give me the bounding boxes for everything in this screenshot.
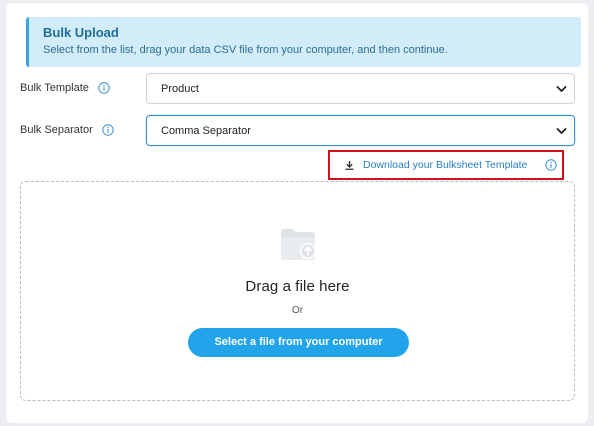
bulk-template-value: Product bbox=[161, 82, 199, 95]
info-icon[interactable] bbox=[98, 82, 110, 94]
download-icon bbox=[345, 160, 354, 170]
info-icon[interactable] bbox=[102, 124, 114, 136]
file-dropzone[interactable]: Drag a file here Or Select a file from y… bbox=[20, 181, 575, 401]
dropzone-or: Or bbox=[291, 305, 304, 316]
banner-text: Select from the list, drag your data CSV… bbox=[43, 44, 448, 56]
download-template-label: Download your Bulksheet Template bbox=[363, 159, 528, 171]
select-file-button[interactable]: Select a file from your computer bbox=[188, 328, 409, 357]
info-icon[interactable] bbox=[545, 159, 557, 171]
bulk-template-select[interactable]: Product bbox=[146, 73, 575, 104]
chevron-down-icon bbox=[556, 86, 567, 92]
chevron-down-icon bbox=[556, 128, 567, 134]
bulk-separator-select[interactable]: Comma Separator bbox=[146, 115, 575, 146]
info-banner: Bulk Upload Select from the list, drag y… bbox=[26, 17, 581, 67]
bulk-separator-label-text: Bulk Separator bbox=[20, 124, 93, 136]
folder-upload-icon bbox=[281, 229, 316, 260]
bulk-template-label-text: Bulk Template bbox=[20, 82, 89, 94]
bulk-separator-label: Bulk Separator bbox=[20, 124, 114, 136]
download-template-link[interactable]: Download your Bulksheet Template bbox=[328, 150, 564, 180]
banner-title: Bulk Upload bbox=[43, 25, 119, 40]
dropzone-title: Drag a file here bbox=[245, 278, 350, 295]
bulk-template-label: Bulk Template bbox=[20, 82, 110, 94]
bulk-separator-value: Comma Separator bbox=[161, 124, 251, 137]
